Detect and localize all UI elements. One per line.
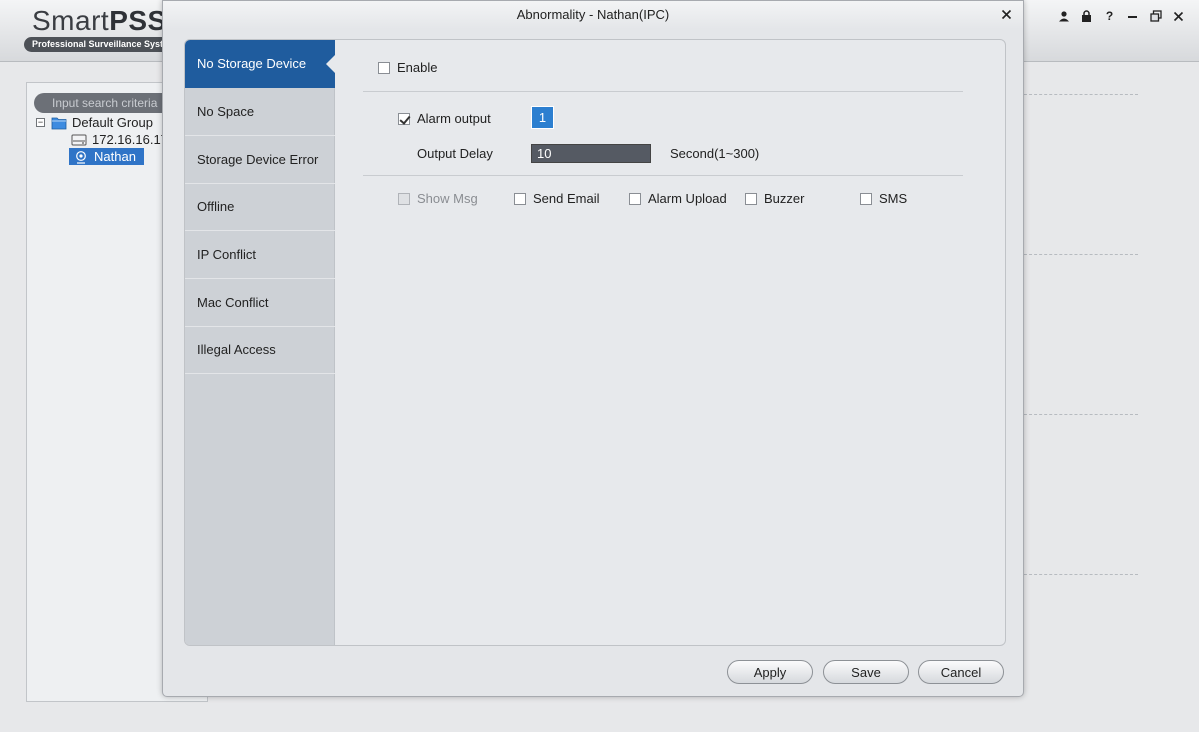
logo-text-bold: PSS: [109, 5, 167, 36]
tree-item-label: Default Group: [72, 115, 153, 130]
close-icon[interactable]: [1172, 8, 1185, 24]
divider: [363, 91, 963, 92]
tree-item-default-group[interactable]: − Default Group: [36, 114, 153, 131]
cancel-button[interactable]: Cancel: [918, 660, 1004, 684]
buzzer-checkbox[interactable]: [745, 192, 757, 205]
output-delay-unit: Second(1~300): [670, 146, 760, 161]
settings-content: Enable Alarm output 1 Output Delay Secon…: [335, 40, 1005, 645]
nvr-device-icon: [71, 133, 87, 147]
tree-item-device[interactable]: 172.16.16.17: [71, 131, 168, 148]
divider: [1024, 574, 1138, 575]
divider: [1024, 254, 1138, 255]
lock-icon[interactable]: [1080, 8, 1093, 24]
sms-checkbox[interactable]: [860, 192, 872, 205]
collapse-icon[interactable]: −: [36, 118, 45, 127]
nav-item-illegal-access[interactable]: Illegal Access: [185, 326, 335, 374]
alarm-upload-checkbox[interactable]: [629, 192, 641, 205]
divider: [1024, 94, 1138, 95]
sms-checkbox-row[interactable]: SMS: [860, 191, 907, 206]
alarm-upload-checkbox-row[interactable]: Alarm Upload: [629, 191, 727, 206]
user-icon[interactable]: [1057, 8, 1070, 24]
nav-item-ip-conflict[interactable]: IP Conflict: [185, 231, 335, 279]
divider: [1024, 414, 1138, 415]
abnormality-dialog: Abnormality - Nathan(IPC) No Storage Dev…: [162, 0, 1024, 697]
enable-checkbox-row[interactable]: Enable: [378, 60, 437, 75]
alarm-output-checkbox-row[interactable]: Alarm output: [398, 111, 491, 126]
tree-item-label: 172.16.16.17: [92, 132, 168, 147]
logo-text-light: Smart: [32, 5, 110, 36]
app-tagline: Professional Surveillance System: [24, 37, 184, 52]
sms-label: SMS: [879, 191, 908, 206]
enable-label: Enable: [397, 60, 438, 75]
dialog-close-button[interactable]: [998, 6, 1014, 22]
window-controls: ?: [1057, 8, 1185, 24]
tree-item-channel-nathan[interactable]: Nathan: [69, 148, 144, 165]
send-email-checkbox[interactable]: [514, 192, 526, 205]
divider: [363, 175, 963, 176]
nav-item-storage-device-error[interactable]: Storage Device Error: [185, 136, 335, 184]
folder-icon: [51, 116, 67, 130]
alarm-output-checkbox[interactable]: [398, 112, 410, 125]
nav-item-no-storage-device[interactable]: No Storage Device: [185, 40, 336, 88]
enable-checkbox[interactable]: [378, 61, 390, 74]
nav-item-offline[interactable]: Offline: [185, 183, 335, 231]
help-icon[interactable]: ?: [1103, 8, 1116, 24]
buzzer-checkbox-row[interactable]: Buzzer: [745, 191, 804, 206]
output-delay-input[interactable]: [531, 144, 651, 163]
show-msg-checkbox[interactable]: [398, 192, 410, 205]
restore-icon[interactable]: [1149, 8, 1162, 24]
buzzer-label: Buzzer: [764, 191, 805, 206]
tree-item-label: Nathan: [94, 149, 136, 164]
send-email-checkbox-row[interactable]: Send Email: [514, 191, 599, 206]
show-msg-checkbox-row[interactable]: Show Msg: [398, 191, 478, 206]
apply-button[interactable]: Apply: [727, 660, 813, 684]
alarm-output-label: Alarm output: [417, 111, 491, 126]
close-icon: [1001, 9, 1011, 19]
save-button[interactable]: Save: [823, 660, 909, 684]
abnormality-type-nav: No Storage Device No Space Storage Devic…: [185, 40, 336, 645]
nav-item-mac-conflict[interactable]: Mac Conflict: [185, 279, 335, 327]
output-delay-label: Output Delay: [417, 146, 493, 161]
send-email-label: Send Email: [533, 191, 600, 206]
alarm-upload-label: Alarm Upload: [648, 191, 727, 206]
minimize-icon[interactable]: [1126, 8, 1139, 24]
alarm-output-channel-1[interactable]: 1: [531, 106, 554, 129]
camera-icon: [73, 150, 89, 164]
app-logo: SmartPSS: [32, 5, 167, 37]
nav-item-no-space[interactable]: No Space: [185, 88, 335, 136]
dialog-title: Abnormality - Nathan(IPC): [163, 1, 1023, 29]
dialog-body: No Storage Device No Space Storage Devic…: [184, 39, 1006, 646]
show-msg-label: Show Msg: [417, 191, 478, 206]
